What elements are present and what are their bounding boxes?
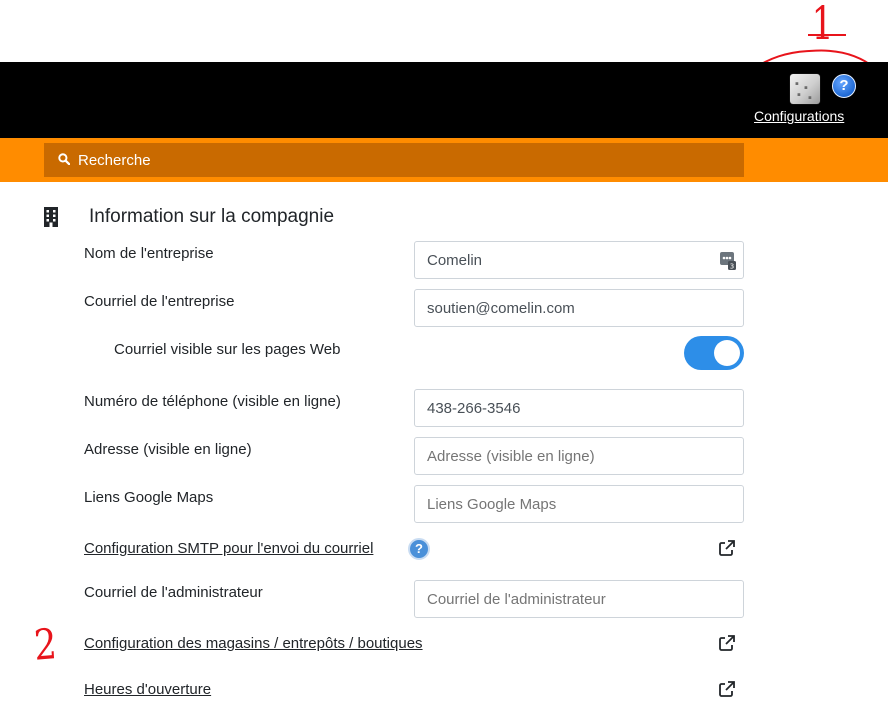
- annotation-number-1: 1: [811, 0, 834, 50]
- admin-email-field[interactable]: [414, 580, 744, 618]
- svg-text:3: 3: [730, 263, 734, 271]
- email-visible-toggle[interactable]: [684, 336, 744, 370]
- contact-card-icon: 3: [720, 252, 736, 270]
- external-link-icon[interactable]: [719, 635, 735, 651]
- search-icon: [58, 153, 70, 165]
- google-maps-field[interactable]: [414, 485, 744, 523]
- email-visible-label: Courriel visible sur les pages Web: [114, 341, 341, 358]
- stores-config-link[interactable]: Configuration des magasins / entrepôts /…: [84, 635, 423, 652]
- help-icon[interactable]: ?: [832, 74, 856, 98]
- toggle-knob: [714, 340, 740, 366]
- external-link-icon[interactable]: [719, 681, 735, 697]
- external-link-icon[interactable]: [719, 540, 735, 556]
- settings-panel-icon[interactable]: ▪ ▪ ▪ ▪: [790, 74, 820, 104]
- google-maps-label: Liens Google Maps: [84, 489, 214, 506]
- company-email-field[interactable]: [414, 289, 744, 327]
- company-name-label: Nom de l'entreprise: [84, 245, 214, 262]
- smtp-help-icon[interactable]: ?: [408, 538, 430, 560]
- section-title: Information sur la compagnie: [89, 206, 335, 227]
- top-header-bar: [0, 62, 888, 138]
- address-field[interactable]: [414, 437, 744, 475]
- opening-hours-link[interactable]: Heures d'ouverture: [84, 681, 211, 698]
- admin-email-label: Courriel de l'administrateur: [84, 584, 263, 601]
- building-icon: [44, 207, 58, 227]
- configurations-link[interactable]: Configurations: [754, 108, 844, 124]
- search-bar[interactable]: Recherche: [44, 143, 744, 177]
- company-name-field[interactable]: [414, 241, 744, 279]
- search-label: Recherche: [78, 152, 151, 169]
- phone-label: Numéro de téléphone (visible en ligne): [84, 393, 341, 410]
- phone-field[interactable]: [414, 389, 744, 427]
- smtp-config-link[interactable]: Configuration SMTP pour l'envoi du courr…: [84, 540, 373, 557]
- annotation-underline: [808, 34, 846, 36]
- address-label: Adresse (visible en ligne): [84, 441, 252, 458]
- annotation-number-2: 2: [32, 619, 59, 670]
- company-email-label: Courriel de l'entreprise: [84, 293, 235, 310]
